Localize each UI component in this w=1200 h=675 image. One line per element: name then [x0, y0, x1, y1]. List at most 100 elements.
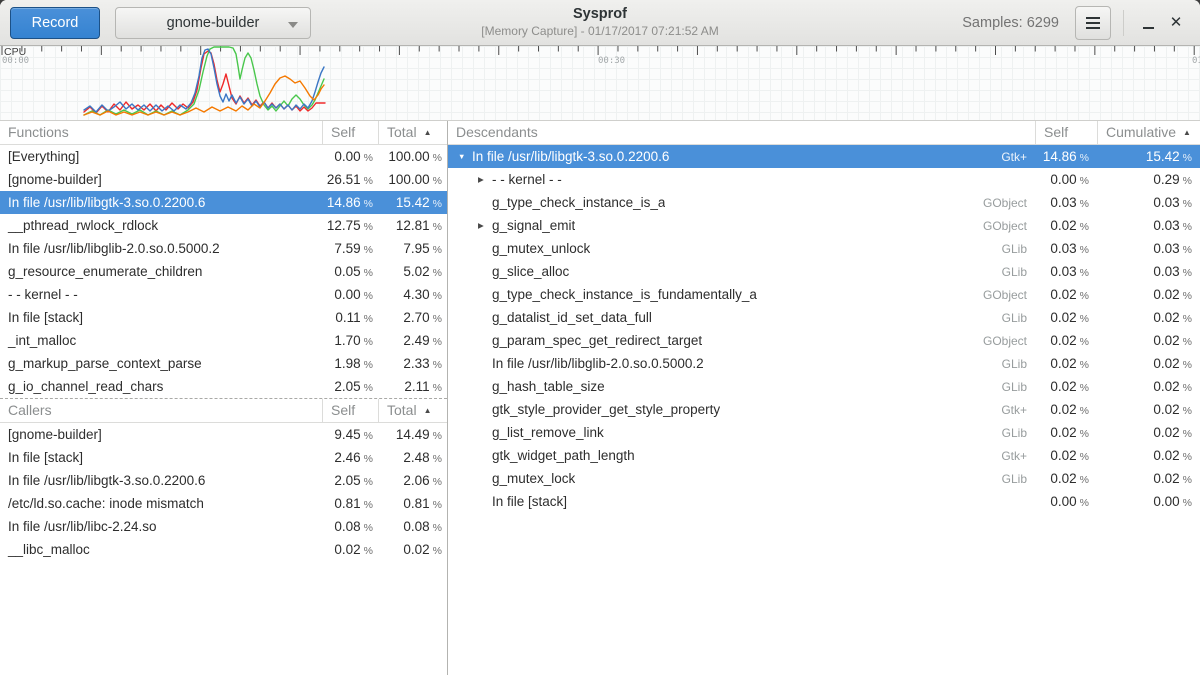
descendant-name-cell: In file /usr/lib/libglib-2.0.so.0.5000.2… — [448, 356, 1035, 371]
callers-table-header: Callers Self Total▲ — [0, 399, 447, 423]
library-badge: Gtk+ — [991, 449, 1035, 463]
expander-open-icon[interactable]: ▼ — [458, 152, 472, 161]
function-name: g_markup_parse_context_parse — [0, 356, 322, 371]
descendant-name-cell: In file [stack] — [448, 494, 1035, 509]
descendant-name: In file [stack] — [492, 494, 567, 509]
table-row[interactable]: ▶- - kernel - -0.00%0.29% — [448, 168, 1200, 191]
headerbar-right-controls: Samples: 6299 ✕ — [962, 6, 1190, 40]
library-badge: GLib — [992, 265, 1035, 279]
cumulative-value: 0.02% — [1097, 333, 1200, 348]
table-row[interactable]: [Everything]0.00%100.00% — [0, 145, 447, 168]
time-label-mid: 00:30 — [598, 56, 625, 66]
self-value: 0.11% — [322, 310, 378, 325]
column-header-self[interactable]: Self — [322, 399, 378, 422]
table-row[interactable]: In file /usr/lib/libglib-2.0.so.0.5000.2… — [0, 237, 447, 260]
descendant-name-cell: ▼In file /usr/lib/libgtk-3.so.0.2200.6Gt… — [448, 149, 1035, 164]
chevron-down-icon — [288, 22, 298, 28]
descendant-name: g_mutex_lock — [492, 471, 575, 486]
expander-closed-icon[interactable]: ▶ — [478, 175, 492, 184]
minimize-button[interactable] — [1134, 8, 1162, 38]
total-value: 2.49% — [378, 333, 447, 348]
self-value: 0.02% — [1035, 402, 1097, 417]
table-row[interactable]: [gnome-builder]26.51%100.00% — [0, 168, 447, 191]
self-value: 0.02% — [1035, 310, 1097, 325]
table-row[interactable]: gtk_style_provider_get_style_property Gtk… — [448, 398, 1200, 421]
total-value: 100.00% — [378, 172, 447, 187]
column-header-self[interactable]: Self — [322, 121, 378, 144]
descendants-table-header: Descendants Self Cumulative▲ — [448, 121, 1200, 145]
total-value: 0.08% — [378, 519, 447, 534]
table-row[interactable]: g_list_remove_linkGLib0.02%0.02% — [448, 421, 1200, 444]
record-button[interactable]: Record — [10, 7, 100, 39]
column-header-functions[interactable]: Functions — [0, 121, 322, 144]
table-row[interactable]: - - kernel - -0.00%4.30% — [0, 283, 447, 306]
right-pane-empty-area — [448, 513, 1200, 675]
time-label-end: 01:00 — [1192, 56, 1200, 66]
table-row[interactable]: In file /usr/lib/libc-2.24.so0.08%0.08% — [0, 515, 447, 538]
table-row[interactable]: In file /usr/lib/libgtk-3.so.0.2200.614.… — [0, 191, 447, 214]
table-row[interactable]: _int_malloc1.70%2.49% — [0, 329, 447, 352]
table-row[interactable]: gtk_widget_path_lengthGtk+0.02%0.02% — [448, 444, 1200, 467]
self-value: 26.51% — [322, 172, 378, 187]
table-row[interactable]: g_type_check_instance_is_aGObject0.03%0.… — [448, 191, 1200, 214]
table-row[interactable]: In file /usr/lib/libgtk-3.so.0.2200.62.0… — [0, 469, 447, 492]
descendant-name-cell: g_type_check_instance_is_fundamentally_a… — [448, 287, 1035, 302]
table-row[interactable]: [gnome-builder]9.45%14.49% — [0, 423, 447, 446]
library-badge: GLib — [992, 311, 1035, 325]
left-pane: Functions Self Total▲ [Everything]0.00%1… — [0, 121, 448, 675]
self-value: 0.02% — [322, 542, 378, 557]
descendant-name-cell: g_mutex_unlock GLib — [448, 241, 1035, 256]
table-row[interactable]: g_markup_parse_context_parse1.98%2.33% — [0, 352, 447, 375]
self-value: 2.05% — [322, 473, 378, 488]
column-header-total[interactable]: Total▲ — [378, 121, 447, 144]
table-row[interactable]: g_slice_allocGLib0.03%0.03% — [448, 260, 1200, 283]
table-row[interactable]: g_mutex_unlockGLib0.03%0.03% — [448, 237, 1200, 260]
table-row[interactable]: __libc_malloc0.02%0.02% — [0, 538, 447, 561]
descendant-name: g_type_check_instance_is_a — [492, 195, 665, 210]
table-row[interactable]: __pthread_rwlock_rdlock12.75%12.81% — [0, 214, 447, 237]
table-row[interactable]: g_mutex_lockGLib0.02%0.02% — [448, 467, 1200, 490]
table-row[interactable]: ▶g_signal_emitGObject0.02%0.03% — [448, 214, 1200, 237]
table-row[interactable]: g_datalist_id_set_data_fullGLib0.02%0.02… — [448, 306, 1200, 329]
library-badge: Gtk+ — [991, 403, 1035, 417]
table-row[interactable]: ▼In file /usr/lib/libgtk-3.so.0.2200.6Gt… — [448, 145, 1200, 168]
headerbar: Record gnome-builder Sysprof [Memory Cap… — [0, 0, 1200, 46]
table-row[interactable]: g_param_spec_get_redirect_targetGObject0… — [448, 329, 1200, 352]
column-header-callers[interactable]: Callers — [0, 399, 322, 422]
descendant-name: In file /usr/lib/libglib-2.0.so.0.5000.2 — [492, 356, 704, 371]
library-badge: GLib — [992, 357, 1035, 371]
self-value: 0.02% — [1035, 356, 1097, 371]
table-row[interactable]: In file [stack]2.46%2.48% — [0, 446, 447, 469]
table-row[interactable]: In file [stack]0.00%0.00% — [448, 490, 1200, 513]
table-row[interactable]: g_hash_table_sizeGLib0.02%0.02% — [448, 375, 1200, 398]
table-row[interactable]: /etc/ld.so.cache: inode mismatch0.81%0.8… — [0, 492, 447, 515]
expander-closed-icon[interactable]: ▶ — [478, 221, 492, 230]
total-value: 15.42% — [378, 195, 447, 210]
column-header-descendants[interactable]: Descendants — [448, 121, 1035, 144]
right-pane: Descendants Self Cumulative▲ ▼In file /u… — [448, 121, 1200, 675]
self-value: 2.05% — [322, 379, 378, 394]
column-header-self[interactable]: Self — [1035, 121, 1097, 144]
table-row[interactable]: g_io_channel_read_chars2.05%2.11% — [0, 375, 447, 398]
cumulative-value: 0.29% — [1097, 172, 1200, 187]
descendant-name: g_mutex_unlock — [492, 241, 590, 256]
table-row[interactable]: g_type_check_instance_is_fundamentally_a… — [448, 283, 1200, 306]
close-button[interactable]: ✕ — [1162, 8, 1190, 38]
self-value: 1.98% — [322, 356, 378, 371]
table-row[interactable]: In file /usr/lib/libglib-2.0.so.0.5000.2… — [448, 352, 1200, 375]
target-selector-dropdown[interactable]: gnome-builder — [115, 7, 311, 39]
self-value: 2.46% — [322, 450, 378, 465]
menu-button[interactable] — [1075, 6, 1111, 40]
cpu-graph[interactable]: CPU 00:00 00:30 01:00 — [0, 46, 1200, 121]
total-value: 2.48% — [378, 450, 447, 465]
descendant-name: gtk_style_provider_get_style_property — [492, 402, 720, 417]
self-value: 1.70% — [322, 333, 378, 348]
library-badge: GLib — [992, 242, 1035, 256]
column-header-cumulative[interactable]: Cumulative▲ — [1097, 121, 1200, 144]
table-row[interactable]: In file [stack]0.11%2.70% — [0, 306, 447, 329]
descendant-name: g_hash_table_size — [492, 379, 605, 394]
table-row[interactable]: g_resource_enumerate_children0.05%5.02% — [0, 260, 447, 283]
column-header-total[interactable]: Total▲ — [378, 399, 447, 422]
library-badge: GObject — [973, 219, 1035, 233]
column-header-cumulative-label: Cumulative — [1106, 124, 1176, 140]
